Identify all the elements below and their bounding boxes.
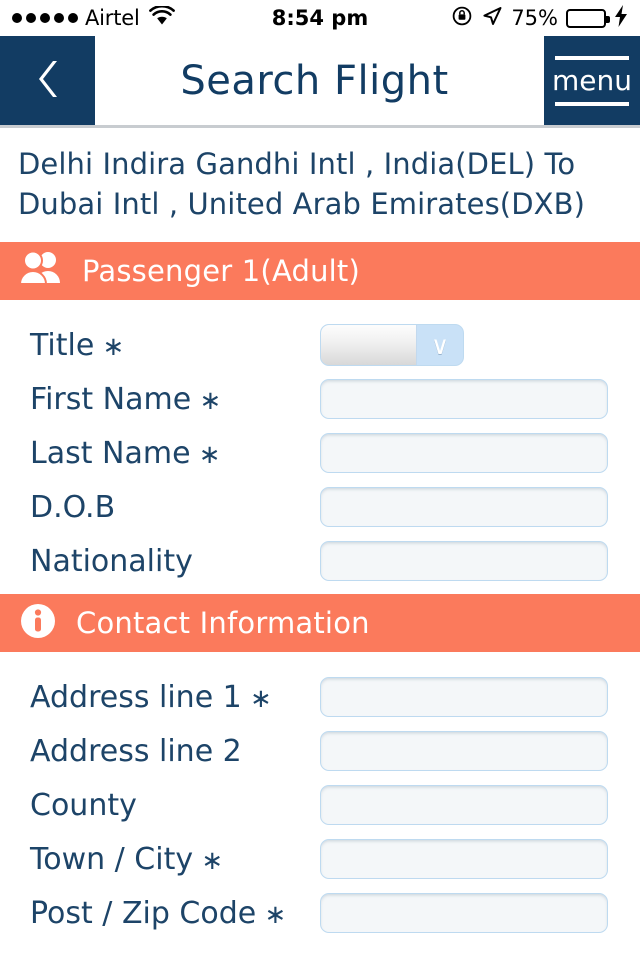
status-bar-right: 75%	[451, 5, 628, 31]
required-marker: ∗	[190, 439, 221, 470]
field-label: First Name ∗	[30, 382, 320, 417]
section-title: Passenger 1(Adult)	[82, 254, 361, 289]
location-arrow-icon	[481, 5, 503, 31]
field-row: Nationality	[0, 534, 640, 588]
form-block-passenger: Title ∗ ∨ First Name ∗ Last Name ∗ D.O.B Nati…	[0, 300, 640, 588]
wifi-icon	[148, 4, 175, 30]
field-row: Post / Zip Code ∗	[0, 886, 640, 940]
field-label-text: Title	[30, 327, 95, 363]
field-label: Post / Zip Code ∗	[30, 896, 320, 931]
input-county[interactable]	[320, 785, 608, 826]
navigation-bar: Search Flight menu	[0, 36, 640, 128]
field-row: Town / City ∗	[0, 832, 640, 886]
menu-rule-bottom	[555, 101, 629, 106]
field-label: Title ∗	[30, 328, 320, 363]
field-label-text: Last Name	[30, 435, 191, 471]
form-sections: Passenger 1(Adult) Title ∗ ∨ First Name ∗ La…	[0, 242, 640, 940]
input-address-line-2[interactable]	[320, 731, 608, 772]
field-label-text: Town / City	[30, 841, 194, 877]
rotation-lock-icon	[451, 5, 473, 31]
section-title: Contact Information	[76, 606, 370, 641]
field-row: Address line 1 ∗	[0, 670, 640, 724]
back-button[interactable]	[0, 36, 95, 125]
carrier-label: Airtel	[85, 6, 140, 30]
input-last-name[interactable]	[320, 433, 608, 474]
field-label: Nationality	[30, 544, 320, 579]
input-d-o-b[interactable]	[320, 487, 608, 528]
field-label-text: Nationality	[30, 543, 193, 579]
input-nationality[interactable]	[320, 541, 608, 582]
form-block-contact: Address line 1 ∗ Address line 2 County Town…	[0, 652, 640, 940]
field-row: Title ∗ ∨	[0, 318, 640, 372]
field-label-text: Post / Zip Code	[30, 895, 257, 931]
input-address-line-1[interactable]	[320, 677, 608, 718]
required-marker: ∗	[193, 845, 224, 876]
field-label-text: D.O.B	[30, 489, 116, 525]
signal-strength-icon	[12, 13, 78, 23]
required-marker: ∗	[191, 385, 222, 416]
field-label: Last Name ∗	[30, 436, 320, 471]
required-marker: ∗	[256, 899, 287, 930]
field-label: Address line 2	[30, 734, 320, 769]
input-first-name[interactable]	[320, 379, 608, 420]
chevron-left-icon	[31, 57, 65, 105]
status-bar-left: Airtel	[12, 4, 175, 30]
battery-icon	[566, 8, 610, 28]
select-value	[321, 325, 417, 366]
chevron-down-icon: ∨	[430, 330, 450, 360]
input-town-city[interactable]	[320, 839, 608, 880]
menu-button-label: menu	[552, 63, 632, 97]
info-icon	[18, 601, 58, 645]
battery-percent-label: 75%	[511, 6, 558, 30]
field-label: D.O.B	[30, 490, 320, 525]
menu-button[interactable]: menu	[544, 36, 640, 125]
field-label-text: Address line 1	[30, 679, 242, 715]
passengers-icon	[18, 249, 64, 293]
field-label: Address line 1 ∗	[30, 680, 320, 715]
required-marker: ∗	[241, 683, 272, 714]
field-label-text: Address line 2	[30, 733, 242, 769]
field-label: Town / City ∗	[30, 842, 320, 877]
field-label-text: First Name	[30, 381, 192, 417]
section-header-contact: Contact Information	[0, 594, 640, 653]
field-row: Address line 2	[0, 724, 640, 778]
lightning-bolt-icon	[614, 5, 628, 31]
menu-rule-top	[555, 55, 629, 60]
route-summary: Delhi Indira Gandhi Intl , India(DEL) To…	[18, 147, 586, 222]
input-post-zip-code[interactable]	[320, 893, 608, 934]
field-row: County	[0, 778, 640, 832]
app-screen: Airtel 8:54 pm 75% Search Flight menu De…	[0, 0, 640, 960]
field-label: County	[30, 788, 320, 823]
field-row: D.O.B	[0, 480, 640, 534]
field-label-text: County	[30, 787, 137, 823]
section-header-passenger: Passenger 1(Adult)	[0, 242, 640, 301]
field-row: Last Name ∗	[0, 426, 640, 480]
required-marker: ∗	[94, 331, 125, 362]
page-title: Search Flight	[180, 57, 449, 104]
title-select[interactable]: ∨	[320, 324, 464, 367]
field-row: First Name ∗	[0, 372, 640, 426]
status-bar: Airtel 8:54 pm 75%	[0, 0, 640, 36]
